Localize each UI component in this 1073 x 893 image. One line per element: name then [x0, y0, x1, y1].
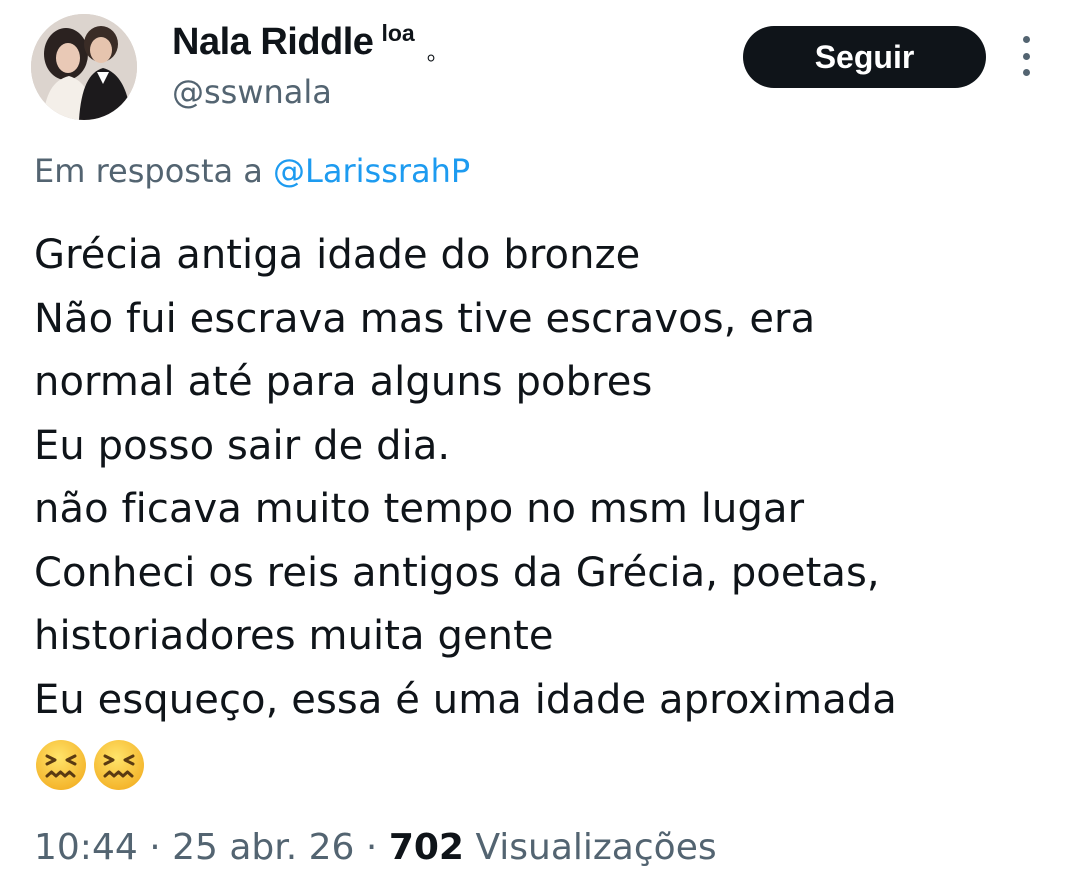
tweet-text-line: Grécia antiga idade do bronze	[34, 232, 641, 278]
more-options-icon[interactable]	[1014, 36, 1038, 76]
more-dot	[1022, 52, 1030, 60]
more-dot	[1022, 69, 1030, 76]
meta-separator: ·	[149, 827, 161, 868]
tweet-text-line: normal até para alguns pobres	[34, 359, 653, 405]
author-name-dot: 。	[426, 40, 449, 65]
tweet-text: Grécia antiga idade do bronze Não fui es…	[34, 224, 1054, 792]
views-label[interactable]: Visualizações	[475, 827, 716, 868]
tweet: Nala Riddle loa 。 @sswnala Seguir Em res…	[0, 0, 1073, 893]
author-name-suffix: loa	[381, 20, 415, 46]
reply-context: Em resposta a @LarissrahP	[34, 150, 470, 192]
avatar-photo	[31, 14, 137, 120]
more-dot	[1022, 36, 1030, 43]
emoji-row	[34, 738, 1054, 792]
meta-separator: ·	[365, 827, 378, 868]
author-name-row[interactable]: Nala Riddle loa 。	[172, 20, 449, 64]
avatar[interactable]	[31, 14, 137, 120]
author-handle[interactable]: @sswnala	[172, 72, 332, 112]
follow-button[interactable]: Seguir	[743, 26, 986, 88]
tweet-text-line: Eu esqueço, essa é uma idade aproximada	[34, 676, 897, 723]
tweet-text-line: Eu posso sair de dia.	[34, 422, 451, 469]
tweet-text-line: Não fui escrava mas tive escravos, era	[34, 295, 816, 342]
tweet-time[interactable]: 10:44	[34, 827, 138, 868]
views-count[interactable]: 702	[389, 827, 464, 868]
confounded-face-emoji	[94, 740, 144, 790]
tweet-meta: 10:44 · 25 abr. 26 · 702 Visualizações	[34, 826, 717, 870]
tweet-text-line: historiadores muita gente	[34, 613, 554, 659]
reply-prefix: Em resposta a	[34, 152, 263, 190]
confounded-face-emoji	[36, 740, 86, 790]
tweet-date[interactable]: 25 abr. 26	[172, 827, 354, 868]
tweet-text-line: Conheci os reis antigos da Grécia, poeta…	[34, 549, 880, 596]
reply-mention-link[interactable]: @LarissrahP	[273, 152, 470, 190]
author-display-name[interactable]: Nala Riddle	[172, 20, 374, 64]
tweet-text-line: não ficava muito tempo no msm lugar	[34, 486, 805, 532]
